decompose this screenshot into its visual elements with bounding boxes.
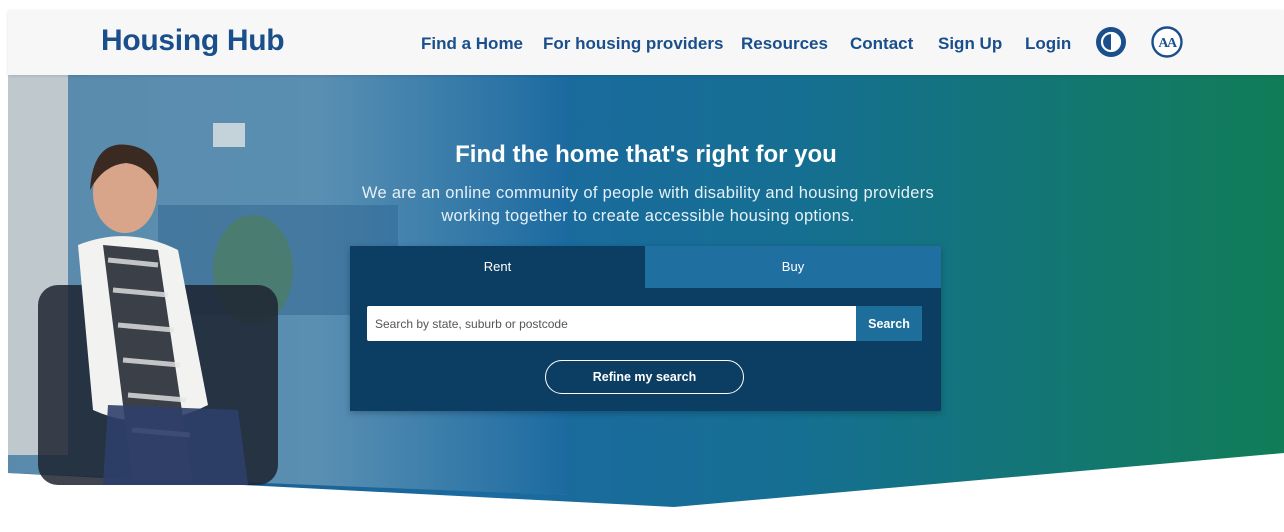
nav-sign-up[interactable]: Sign Up [938,34,1002,54]
tab-buy[interactable]: Buy [645,246,941,288]
nav-for-housing-providers[interactable]: For housing providers [543,34,723,54]
site-logo[interactable]: Housing Hub [101,24,285,58]
refine-search-button[interactable]: Refine my search [545,360,744,394]
hero-subtitle-line-2: working together to create accessible ho… [441,207,855,225]
nav-login[interactable]: Login [1025,34,1071,54]
site-header: Housing Hub Find a Home For housing prov… [8,10,1284,75]
hero-title: Find the home that's right for you [455,141,837,168]
nav-resources[interactable]: Resources [741,34,828,54]
nav-find-a-home[interactable]: Find a Home [421,34,523,54]
hero-banner: Find the home that's right for you We ar… [8,75,1284,532]
text-size-glyph: AA [1158,36,1178,51]
search-button[interactable]: Search [856,306,922,341]
hero-subtitle-line-1: We are an online community of people wit… [361,184,935,202]
tab-rent[interactable]: Rent [350,246,645,288]
search-card: Rent Buy Search Refine my search [350,246,941,411]
hero-subtitle: We are an online community of people wit… [338,182,958,228]
nav-contact[interactable]: Contact [850,34,913,54]
search-input[interactable] [367,306,856,341]
text-size-icon[interactable]: AA [1150,25,1184,59]
contrast-toggle-icon[interactable] [1094,25,1128,59]
